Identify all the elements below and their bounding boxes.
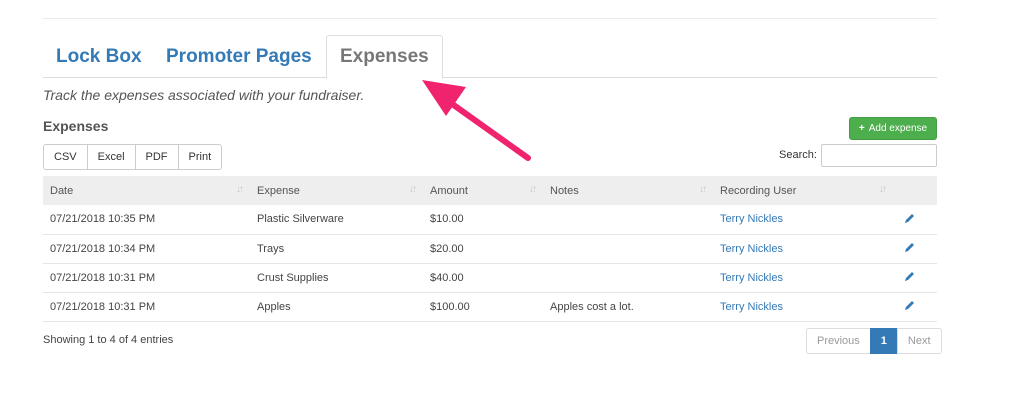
sort-icon: ↓↑ bbox=[879, 184, 887, 195]
cell-expense: Apples bbox=[257, 300, 291, 313]
tab-bar: Lock Box Promoter Pages Expenses bbox=[43, 35, 937, 79]
previous-page-button[interactable]: Previous bbox=[806, 328, 871, 354]
sort-icon: ↓↑ bbox=[409, 184, 417, 195]
cell-edit bbox=[893, 263, 937, 292]
column-header-recording-user[interactable]: Recording User ↓↑ bbox=[713, 176, 893, 205]
cell-amount: $40.00 bbox=[430, 271, 464, 284]
add-expense-button[interactable]: + Add expense bbox=[849, 117, 937, 140]
column-header-label: Notes bbox=[550, 184, 579, 197]
table-row: 07/21/2018 10:31 PM Apples $100.00 Apple… bbox=[43, 292, 937, 321]
pencil-icon[interactable] bbox=[904, 212, 916, 224]
cell-date: 07/21/2018 10:35 PM bbox=[50, 213, 156, 226]
cell-user: Terry Nickles bbox=[713, 234, 893, 263]
export-button-group: CSV Excel PDF Print bbox=[43, 144, 223, 170]
column-header-label: Amount bbox=[430, 184, 468, 197]
cell-user: Terry Nickles bbox=[713, 263, 893, 292]
user-link[interactable]: Terry Nickles bbox=[720, 213, 783, 225]
cell-date: 07/21/2018 10:31 PM bbox=[50, 271, 156, 284]
pencil-icon[interactable] bbox=[904, 270, 916, 282]
column-header-label: Date bbox=[50, 184, 74, 197]
cell-amount: $20.00 bbox=[430, 242, 464, 255]
cell-user: Terry Nickles bbox=[713, 292, 893, 321]
plus-icon: + bbox=[858, 123, 865, 134]
entries-info: Showing 1 to 4 of 4 entries bbox=[43, 334, 174, 346]
cell-notes: Apples cost a lot. bbox=[550, 300, 634, 313]
search-label: Search: bbox=[779, 149, 817, 161]
search-input[interactable] bbox=[821, 144, 937, 167]
cell-edit bbox=[893, 234, 937, 263]
cell-date: 07/21/2018 10:34 PM bbox=[50, 242, 156, 255]
pagination: Previous 1 Next bbox=[806, 328, 942, 354]
sort-icon: ↓↑ bbox=[699, 184, 707, 195]
next-page-button[interactable]: Next bbox=[896, 328, 942, 354]
column-header-expense[interactable]: Expense ↓↑ bbox=[250, 176, 423, 205]
tab-expenses[interactable]: Expenses bbox=[326, 35, 443, 79]
csv-button[interactable]: CSV bbox=[43, 144, 88, 170]
column-header-amount[interactable]: Amount ↓↑ bbox=[423, 176, 543, 205]
user-link[interactable]: Terry Nickles bbox=[720, 272, 783, 284]
sort-icon: ↓↑ bbox=[529, 184, 537, 195]
cell-expense: Plastic Silverware bbox=[257, 213, 344, 226]
user-link[interactable]: Terry Nickles bbox=[720, 301, 783, 313]
tab-lock-box[interactable]: Lock Box bbox=[43, 35, 155, 78]
pdf-button[interactable]: PDF bbox=[134, 144, 179, 170]
excel-button[interactable]: Excel bbox=[86, 144, 136, 170]
table-header-row: Date ↓↑ Expense ↓↑ Amount ↓↑ Notes ↓↑ Record… bbox=[43, 176, 937, 205]
table-row: 07/21/2018 10:34 PM Trays $20.00 Terry N… bbox=[43, 234, 937, 263]
add-expense-label: Add expense bbox=[868, 123, 928, 134]
column-header-date[interactable]: Date ↓↑ bbox=[43, 176, 250, 205]
page-1-button[interactable]: 1 bbox=[869, 328, 898, 354]
cell-edit bbox=[893, 205, 937, 234]
column-header-actions bbox=[893, 176, 937, 205]
page-description: Track the expenses associated with your … bbox=[43, 87, 365, 103]
cell-edit bbox=[893, 292, 937, 321]
sort-icon: ↓↑ bbox=[236, 184, 244, 195]
column-header-notes[interactable]: Notes ↓↑ bbox=[543, 176, 713, 205]
pencil-icon[interactable] bbox=[904, 241, 916, 253]
section-title: Expenses bbox=[43, 118, 109, 134]
column-header-label: Recording User bbox=[720, 184, 797, 197]
user-link[interactable]: Terry Nickles bbox=[720, 243, 783, 255]
tab-promoter-pages[interactable]: Promoter Pages bbox=[153, 35, 325, 78]
column-header-label: Expense bbox=[257, 184, 300, 197]
top-divider bbox=[43, 18, 937, 19]
expenses-table: Date ↓↑ Expense ↓↑ Amount ↓↑ Notes ↓↑ Record… bbox=[43, 176, 937, 322]
cell-notes bbox=[543, 263, 713, 292]
table-row: 07/21/2018 10:31 PM Crust Supplies $40.0… bbox=[43, 263, 937, 292]
cell-notes bbox=[543, 234, 713, 263]
cell-expense: Crust Supplies bbox=[257, 271, 329, 284]
cell-user: Terry Nickles bbox=[713, 205, 893, 234]
cell-date: 07/21/2018 10:31 PM bbox=[50, 300, 156, 313]
cell-expense: Trays bbox=[257, 242, 285, 255]
print-button[interactable]: Print bbox=[177, 144, 223, 170]
cell-amount: $100.00 bbox=[430, 300, 470, 313]
cell-amount: $10.00 bbox=[430, 213, 464, 226]
table-row: 07/21/2018 10:35 PM Plastic Silverware $… bbox=[43, 205, 937, 234]
cell-notes bbox=[543, 205, 713, 234]
pencil-icon[interactable] bbox=[904, 299, 916, 311]
